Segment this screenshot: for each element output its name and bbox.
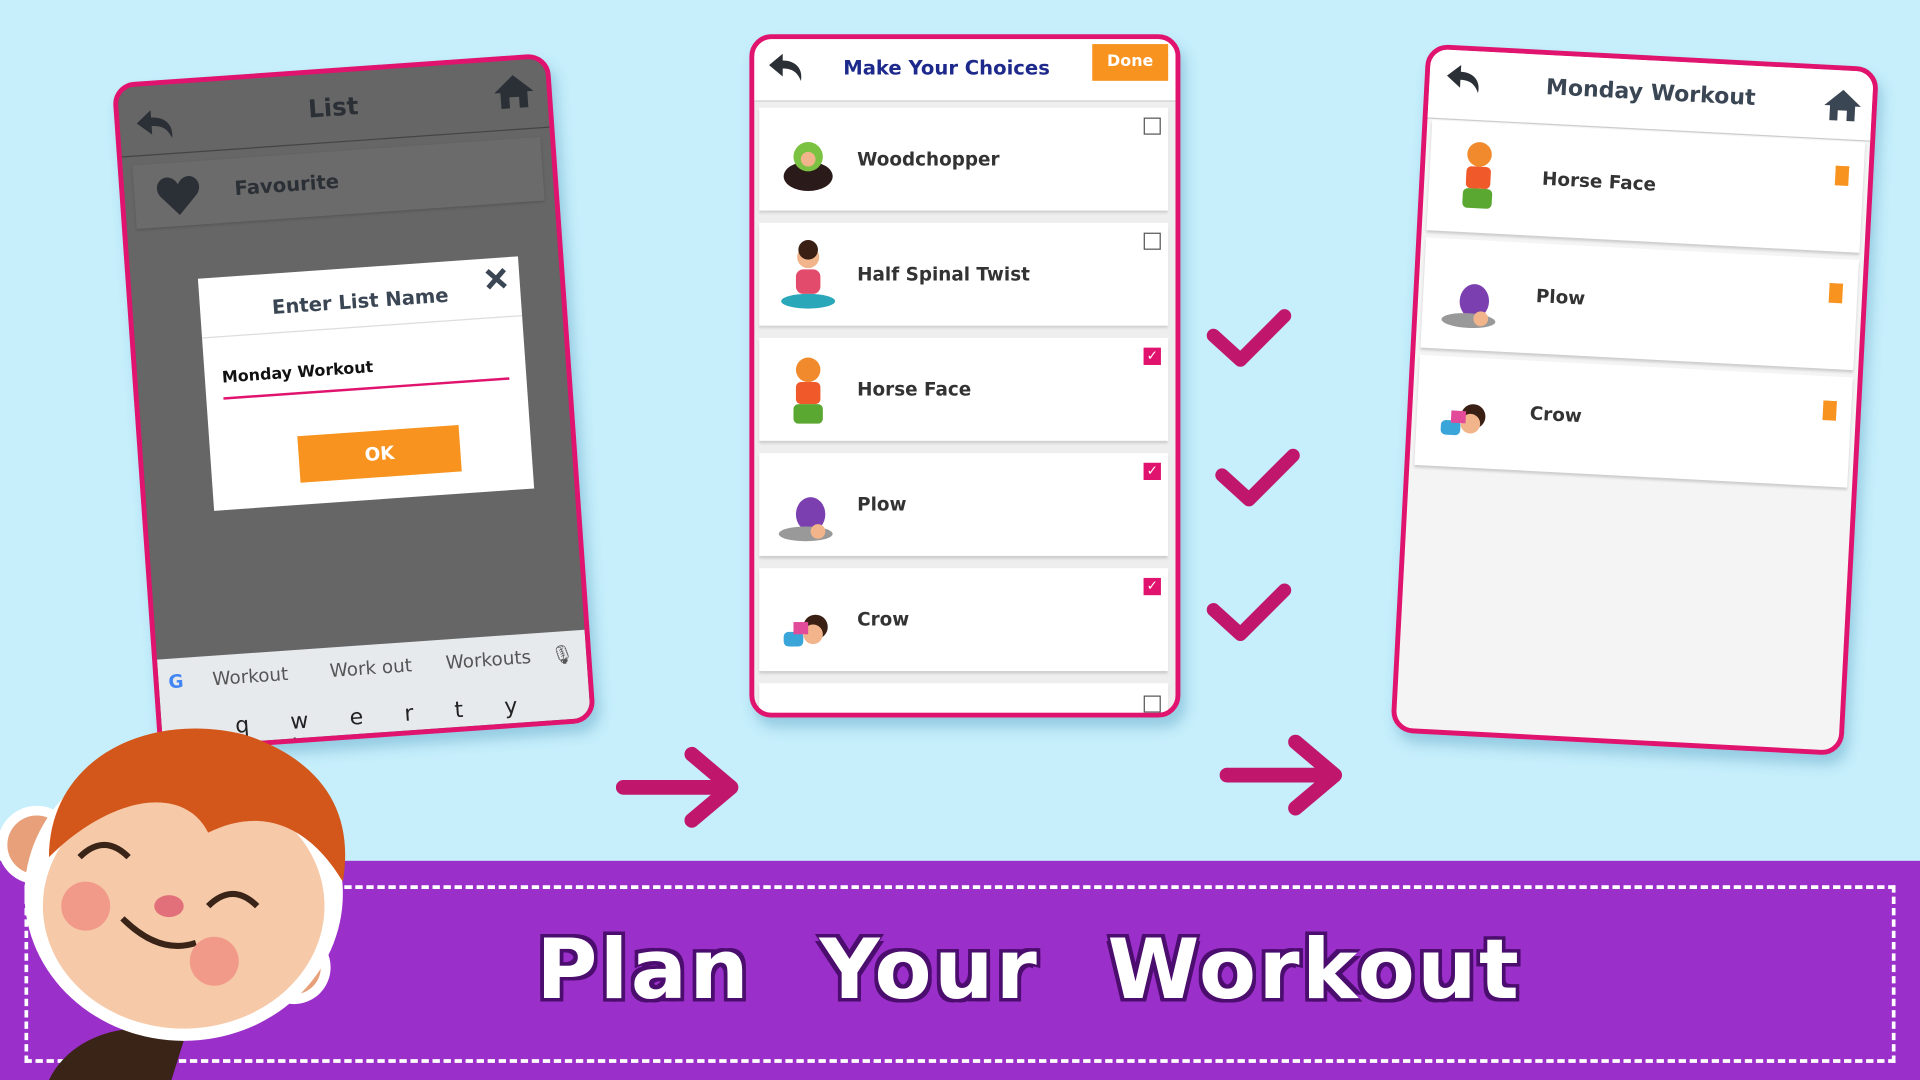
trash-icon[interactable] bbox=[1822, 400, 1837, 421]
close-icon[interactable] bbox=[484, 267, 508, 291]
exercise-row[interactable] bbox=[759, 683, 1169, 713]
plow-figure bbox=[1441, 284, 1496, 329]
horse-face-figure bbox=[793, 357, 823, 424]
banner-text: Plan Your Workout bbox=[536, 922, 1522, 1019]
exercise-label: Half Spinal Twist bbox=[857, 263, 1030, 286]
screen-title: List bbox=[307, 90, 360, 124]
microphone-icon[interactable]: 🎙 bbox=[550, 643, 575, 667]
dialog-title: Enter List Name bbox=[271, 283, 450, 319]
checkbox-checked[interactable]: ✓ bbox=[1143, 577, 1161, 596]
horse-face-figure bbox=[1462, 142, 1493, 209]
crow-figure bbox=[783, 614, 828, 647]
choices-header: Make Your Choices Done bbox=[754, 39, 1176, 102]
checkmark-icon bbox=[1215, 448, 1300, 507]
google-icon: G bbox=[167, 670, 185, 694]
arrow-right-icon bbox=[1219, 734, 1343, 816]
exercise-row[interactable]: Crow ✓ bbox=[759, 568, 1169, 672]
mascot-boy-illustration bbox=[0, 728, 346, 1080]
exercise-label: Woodchopper bbox=[857, 148, 1000, 171]
enter-list-name-dialog: Enter List Name Monday Workout OK bbox=[197, 256, 535, 511]
exercise-row[interactable]: Half Spinal Twist bbox=[759, 222, 1169, 326]
suggestion[interactable]: Workouts bbox=[445, 646, 532, 674]
workout-item-label: Crow bbox=[1529, 402, 1583, 428]
checkbox[interactable] bbox=[1143, 117, 1161, 135]
exercise-label: Crow bbox=[857, 608, 910, 631]
plow-figure bbox=[778, 497, 833, 542]
workout-item-label: Plow bbox=[1535, 284, 1586, 310]
checkbox-checked[interactable]: ✓ bbox=[1143, 347, 1161, 365]
half-spinal-twist-figure bbox=[781, 240, 836, 309]
checkmark-icon bbox=[1206, 309, 1292, 367]
arrow-right-icon bbox=[615, 746, 739, 828]
workout-item[interactable]: Horse Face bbox=[1426, 120, 1866, 253]
trash-icon[interactable] bbox=[1834, 165, 1850, 186]
checkbox-checked[interactable]: ✓ bbox=[1143, 462, 1161, 481]
make-choices-screen: Make Your Choices Done Woodchopper Half … bbox=[749, 34, 1181, 718]
crow-figure bbox=[1440, 404, 1486, 436]
done-button[interactable]: Done bbox=[1092, 44, 1169, 81]
woodchopper-figure bbox=[783, 142, 833, 192]
exercise-label: Plow bbox=[857, 493, 907, 516]
monday-workout-screen: Monday Workout Horse Face Plow Crow bbox=[1390, 43, 1879, 756]
exercise-label: Horse Face bbox=[857, 378, 972, 401]
suggestion[interactable]: Work out bbox=[329, 654, 413, 682]
heart-icon bbox=[156, 175, 200, 215]
checkbox[interactable] bbox=[1143, 695, 1161, 713]
workout-item-label: Horse Face bbox=[1541, 167, 1657, 196]
home-icon[interactable] bbox=[492, 71, 536, 111]
exercise-row[interactable]: Woodchopper bbox=[759, 107, 1169, 211]
home-icon[interactable] bbox=[1822, 87, 1863, 123]
favourite-label: Favourite bbox=[233, 169, 340, 201]
promo-stage: List Favourite Enter List Name Monday Wo… bbox=[0, 0, 1920, 1080]
workout-item[interactable]: Crow bbox=[1414, 354, 1853, 488]
suggestion[interactable]: Workout bbox=[212, 663, 289, 690]
screen-title: Monday Workout bbox=[1545, 74, 1757, 112]
exercise-row[interactable]: Horse Face ✓ bbox=[759, 337, 1169, 441]
trash-icon[interactable] bbox=[1828, 283, 1844, 304]
list-screen: List Favourite Enter List Name Monday Wo… bbox=[111, 52, 596, 753]
workout-item[interactable]: Plow bbox=[1420, 237, 1860, 371]
exercise-row[interactable]: Plow ✓ bbox=[759, 453, 1169, 556]
checkmark-icon bbox=[1206, 583, 1292, 642]
list-name-input[interactable]: Monday Workout bbox=[221, 359, 373, 388]
checkbox[interactable] bbox=[1143, 232, 1161, 250]
ok-button[interactable]: OK bbox=[297, 424, 462, 483]
